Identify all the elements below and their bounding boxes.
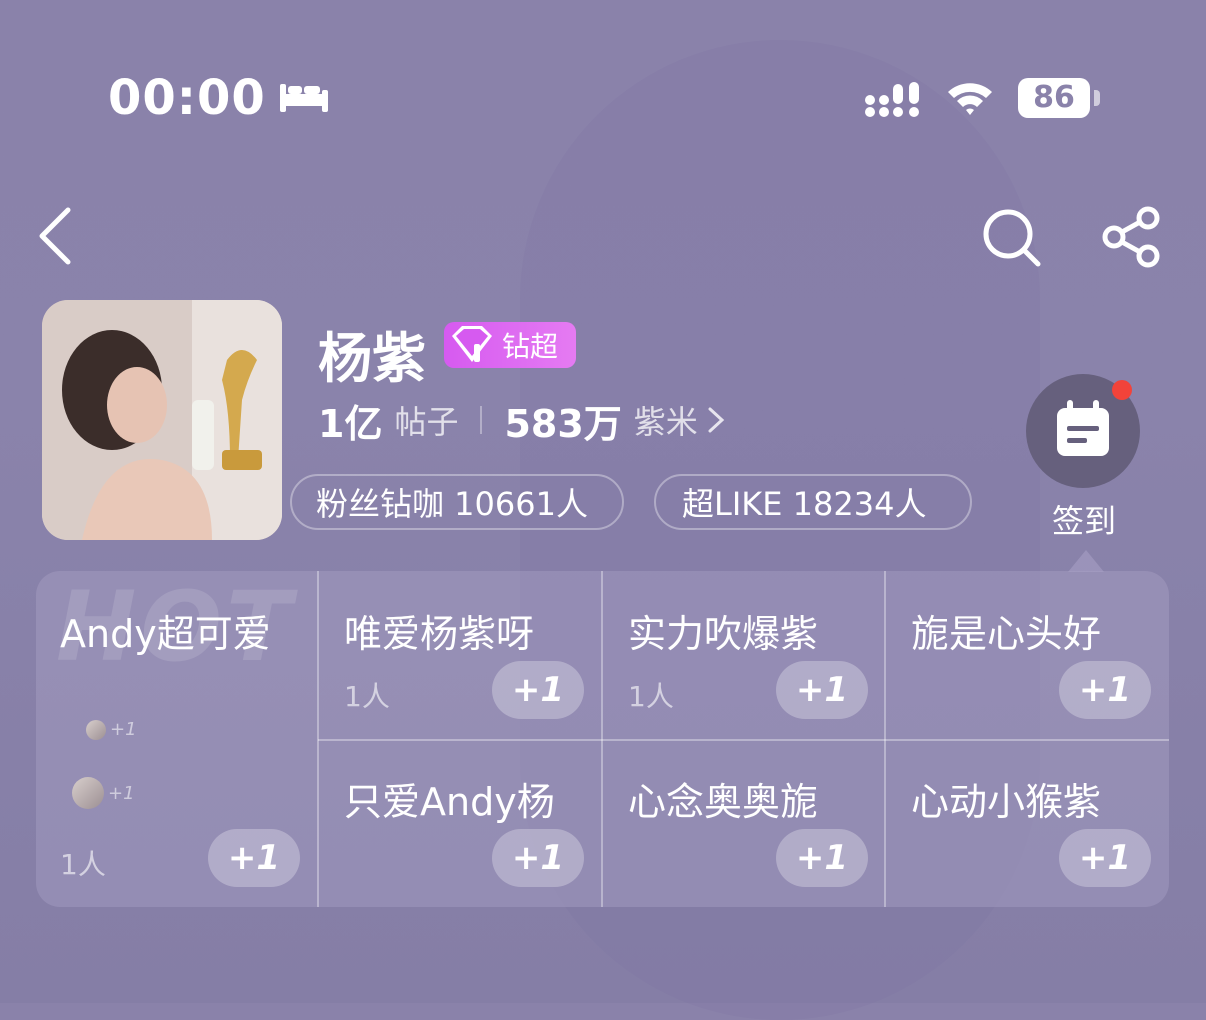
cellular-signal-icon <box>865 82 919 117</box>
plus-one-button[interactable]: +1 <box>1059 661 1151 719</box>
tag-count: 1人 <box>60 848 106 881</box>
badge-label: 钻超 <box>502 330 559 363</box>
plus-one-button[interactable]: +1 <box>492 661 584 719</box>
chevron-right-icon[interactable] <box>706 405 726 435</box>
super-like-label: 超LIKE 18234人 <box>682 485 927 523</box>
share-icon[interactable] <box>1100 206 1162 268</box>
supporter-mini: +1 <box>72 777 135 809</box>
plus-one-button[interactable]: +1 <box>208 829 300 887</box>
plus-one-button[interactable]: +1 <box>776 829 868 887</box>
checkin-label: 签到 <box>1052 502 1117 540</box>
plus-one-button[interactable]: +1 <box>1059 829 1151 887</box>
fans-count[interactable]: 583万 <box>504 393 621 448</box>
tag-count: 1人 <box>628 680 674 713</box>
stats-divider <box>480 406 483 434</box>
mini-plus-label: +1 <box>110 719 137 740</box>
grid-divider <box>318 739 1169 741</box>
posts-label: 帖子 <box>394 403 459 441</box>
battery-tip <box>1094 90 1100 106</box>
community-avatar[interactable] <box>42 300 282 540</box>
tag-title: 唯爱杨紫呀 <box>344 612 535 656</box>
plus-one-button[interactable]: +1 <box>492 829 584 887</box>
tag-title: 实力吹爆紫 <box>628 612 819 656</box>
notification-dot <box>1112 380 1132 400</box>
support-tag-panel: HOT Andy超可爱 +1 +1 1人 +1 唯爱杨紫呀 1人 +1 实力吹爆… <box>36 571 1169 907</box>
search-icon[interactable] <box>980 206 1042 268</box>
tag-title: 心动小猴紫 <box>911 780 1102 824</box>
avatar <box>86 719 106 740</box>
wifi-icon <box>948 83 992 115</box>
posts-count: 1亿 <box>318 401 383 446</box>
panel-pointer <box>1068 550 1104 572</box>
tag-title: 只爱Andy杨 <box>344 780 555 824</box>
tag-title: Andy超可爱 <box>60 612 271 656</box>
plus-one-button[interactable]: +1 <box>776 661 868 719</box>
fan-diamond-pill[interactable]: 粉丝钻咖 10661人 <box>290 474 624 530</box>
super-like-pill[interactable]: 超LIKE 18234人 <box>654 474 972 530</box>
back-arrow-icon[interactable] <box>36 206 76 266</box>
community-stats: 1亿 帖子 583万 紫米 <box>318 394 726 446</box>
community-title: 杨紫 <box>318 327 426 390</box>
tag-title: 旎是心头好 <box>911 612 1102 656</box>
status-time: 00:00 <box>108 70 266 126</box>
diamond-icon <box>452 326 492 362</box>
tag-count: 1人 <box>344 680 390 713</box>
calendar-icon <box>1057 400 1109 456</box>
diamond-super-badge[interactable]: 钻超 <box>444 322 576 368</box>
tag-title: 心念奥奥旎 <box>628 780 819 824</box>
avatar-photo <box>42 300 282 540</box>
bed-icon <box>280 84 328 112</box>
battery-level: 86 <box>1018 78 1090 118</box>
mini-plus-label: +1 <box>108 782 135 804</box>
avatar <box>72 777 104 809</box>
supporter-mini: +1 <box>86 719 137 740</box>
fan-diamond-label: 粉丝钻咖 10661人 <box>316 485 588 523</box>
fans-label[interactable]: 紫米 <box>634 397 698 443</box>
